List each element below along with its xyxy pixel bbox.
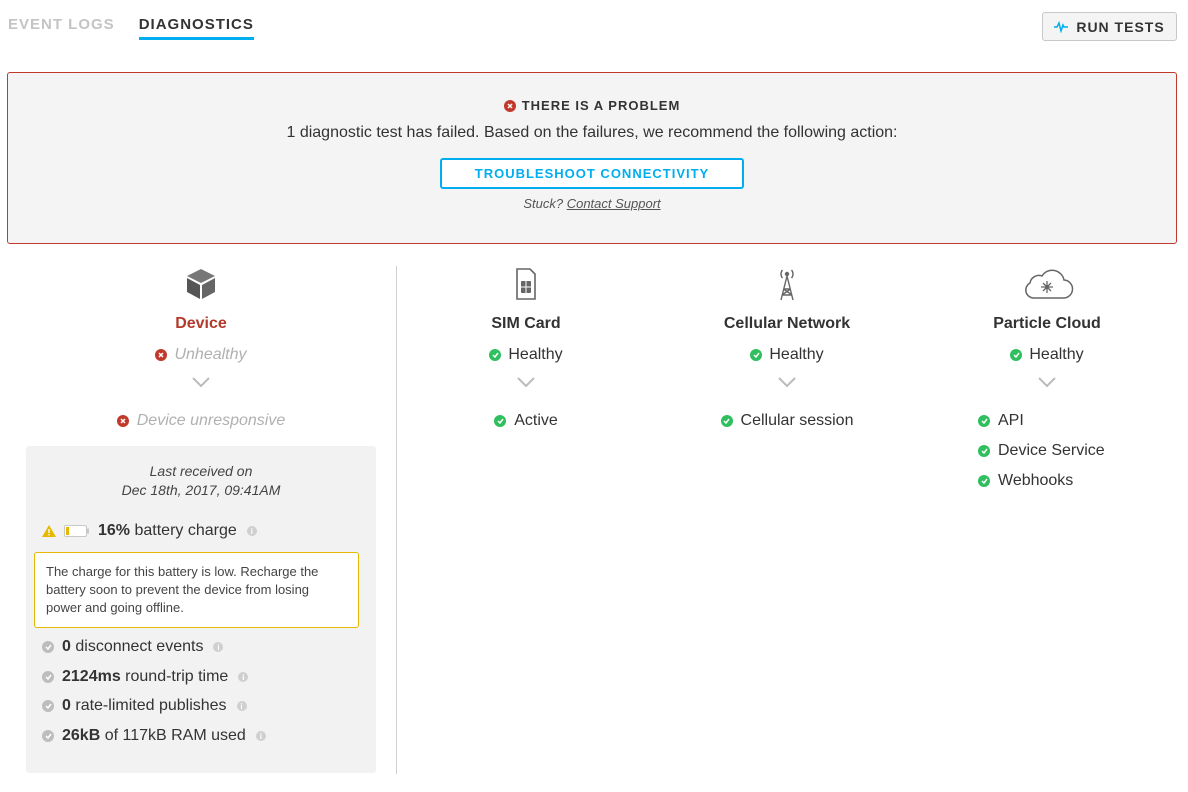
list-item: API	[978, 406, 1147, 436]
battery-value: 16%	[98, 522, 131, 539]
stat-row: 26kB of 117kB RAM used i	[42, 727, 266, 745]
info-icon[interactable]: i	[246, 526, 257, 536]
list-item: Webhooks	[978, 466, 1147, 496]
info-icon[interactable]: i	[238, 672, 249, 682]
battery-icon	[64, 525, 89, 537]
battery-label: battery charge	[134, 522, 237, 539]
column-divider	[396, 266, 397, 774]
list-item: Active	[436, 406, 616, 436]
pulse-icon	[1054, 20, 1069, 33]
info-icon[interactable]: i	[213, 642, 224, 652]
chevron-down-icon[interactable]	[687, 376, 887, 394]
check-icon	[978, 415, 990, 427]
check-icon	[42, 641, 54, 653]
check-icon	[720, 415, 733, 427]
chevron-down-icon[interactable]	[26, 376, 376, 394]
device-status: Unhealthy	[174, 346, 247, 363]
sim-title: SIM Card	[491, 315, 561, 332]
cube-icon	[187, 269, 215, 299]
banner-title: THERE IS A PROBLEM	[521, 98, 681, 113]
cellular-column: Cellular Network Healthy Cellular sessio…	[687, 266, 887, 436]
run-tests-button[interactable]: RUN TESTS	[1042, 12, 1177, 41]
last-received-date: Dec 18th, 2017, 09:41AM	[121, 482, 281, 498]
device-column: Device Unhealthy Device unresponsive	[26, 266, 376, 436]
run-tests-label: RUN TESTS	[1076, 18, 1165, 35]
check-icon	[1010, 349, 1023, 361]
banner-message: 1 diagnostic test has failed. Based on t…	[286, 124, 898, 141]
tab-diagnostics[interactable]: DIAGNOSTICS	[138, 16, 254, 40]
problem-banner: THERE IS A PROBLEM 1 diagnostic test has…	[7, 72, 1177, 244]
check-icon	[750, 349, 763, 361]
cloud-status: Healthy	[1029, 346, 1084, 363]
list-item: Device Service	[978, 436, 1147, 466]
check-icon	[42, 730, 54, 742]
stat-row: 0 rate-limited publishes i	[42, 697, 247, 715]
check-icon	[494, 415, 507, 427]
list-item: Cellular session	[687, 406, 887, 436]
cloud-column: Particle Cloud Healthy API Device Servic…	[947, 266, 1147, 496]
contact-support-link[interactable]: Contact Support	[567, 196, 661, 211]
sim-column: SIM Card Healthy Active	[436, 266, 616, 436]
troubleshoot-connectivity-button[interactable]: TROUBLESHOOT CONNECTIVITY	[440, 158, 744, 189]
error-icon	[155, 349, 168, 361]
cloud-icon	[1025, 269, 1074, 299]
cellular-status: Healthy	[769, 346, 824, 363]
device-title: Device	[175, 315, 227, 332]
tab-bar: EVENT LOGS DIAGNOSTICS	[8, 16, 254, 40]
stat-row: 2124ms round-trip time i	[42, 668, 249, 686]
info-icon[interactable]: i	[255, 731, 266, 741]
check-icon	[978, 475, 990, 487]
sim-status: Healthy	[508, 346, 563, 363]
last-received: Last received on Dec 18th, 2017, 09:41AM	[26, 462, 376, 500]
chevron-down-icon[interactable]	[436, 376, 616, 394]
stuck-text: Stuck? Contact Support	[523, 196, 661, 211]
cloud-title: Particle Cloud	[993, 315, 1101, 332]
check-icon	[978, 445, 990, 457]
info-icon[interactable]: i	[236, 701, 247, 711]
check-icon	[489, 349, 502, 361]
sim-card-icon	[516, 268, 536, 300]
battery-row: 16% battery charge i	[42, 522, 257, 540]
cellular-title: Cellular Network	[723, 315, 851, 332]
tab-event-logs[interactable]: EVENT LOGS	[8, 16, 115, 40]
battery-warning: The charge for this battery is low. Rech…	[34, 552, 359, 628]
cell-tower-icon	[780, 269, 794, 301]
error-icon	[116, 415, 129, 427]
check-icon	[42, 700, 54, 712]
list-item: Device unresponsive	[26, 406, 376, 436]
chevron-down-icon[interactable]	[947, 376, 1147, 394]
error-icon	[503, 99, 516, 112]
warning-icon	[42, 525, 56, 537]
check-icon	[42, 671, 54, 683]
device-details-card: Last received on Dec 18th, 2017, 09:41AM…	[26, 446, 376, 773]
stat-row: 0 disconnect events i	[42, 638, 224, 656]
